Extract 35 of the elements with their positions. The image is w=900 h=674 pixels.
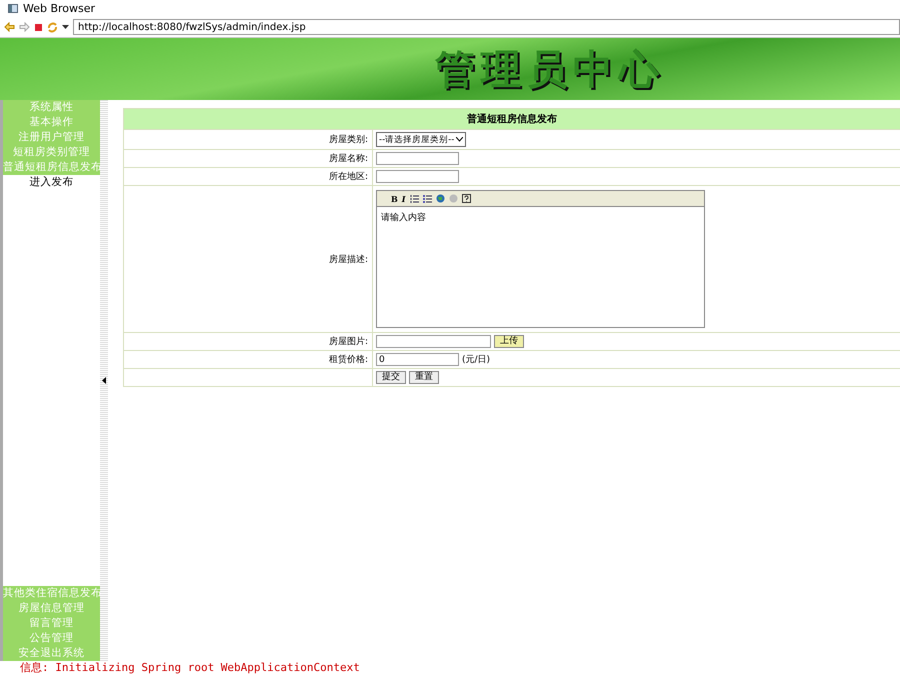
upload-button[interactable]: 上传 — [494, 335, 524, 348]
editor-text[interactable]: 请输入内容 — [377, 207, 704, 327]
price-field[interactable]: 0 — [376, 353, 459, 366]
form-title: 普通短租房信息发布 — [124, 109, 900, 129]
submit-button[interactable]: 提交 — [376, 371, 406, 384]
caret-icon[interactable] — [62, 24, 69, 30]
window-title: Web Browser — [23, 2, 96, 15]
field-label: 房屋名称: — [328, 152, 368, 165]
bullet-list-icon[interactable] — [422, 194, 432, 203]
console-text: 信息: Initializing Spring root WebApplicationContext — [19, 661, 360, 674]
numbered-list-icon[interactable] — [410, 194, 419, 203]
banner-title: 管理员中心 — [434, 44, 665, 94]
back-icon[interactable] — [4, 22, 15, 32]
category-select[interactable]: --请选择房屋类别-- — [376, 132, 466, 147]
field-label: 房屋描述: — [328, 254, 368, 266]
rich-text-editor[interactable]: B I 请输入内容 — [376, 190, 705, 328]
refresh-icon[interactable] — [47, 22, 58, 32]
help-icon[interactable] — [462, 194, 471, 203]
field-label: 所在地区: — [328, 170, 368, 183]
forward-icon[interactable] — [19, 22, 30, 32]
stop-icon[interactable] — [34, 22, 43, 32]
collapse-arrow-icon[interactable] — [102, 377, 106, 384]
browser-icon — [8, 4, 18, 13]
field-label: 房屋类别: — [328, 134, 368, 146]
caret-icon — [456, 137, 464, 142]
input-field[interactable] — [376, 170, 459, 183]
bold-button[interactable]: B — [391, 194, 398, 204]
field-label: 房屋图片: — [328, 336, 368, 348]
address-field[interactable]: http://localhost:8080/fwzlSys/admin/index.jsp — [73, 19, 900, 35]
reset-button[interactable]: 重置 — [409, 371, 439, 384]
input-field[interactable] — [376, 152, 459, 165]
italic-button[interactable]: I — [402, 194, 406, 204]
unit-label: (元/日) — [462, 354, 490, 366]
file-path-field[interactable] — [376, 335, 491, 348]
field-label: 租赁价格: — [328, 354, 368, 366]
